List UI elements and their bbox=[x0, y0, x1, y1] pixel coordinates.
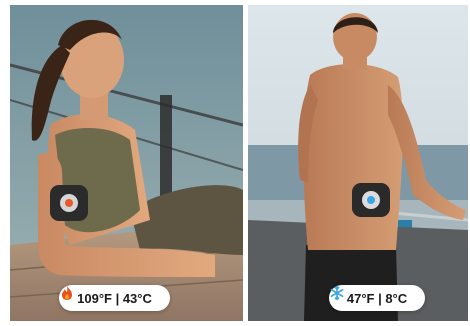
hot-temperature-text: 109°F | 43°C bbox=[77, 290, 152, 306]
snowflake-icon bbox=[330, 285, 344, 301]
hot-temperature-badge: 109°F | 43°C bbox=[59, 285, 170, 311]
woman-arm-device-photo bbox=[10, 5, 243, 321]
left-photo-panel: 109°F | 43°C bbox=[10, 5, 243, 321]
man-back-device-photo bbox=[248, 5, 468, 321]
flame-icon bbox=[62, 286, 72, 300]
cold-temperature-badge: 47°F | 8°C bbox=[329, 285, 425, 311]
cold-temperature-text: 47°F | 8°C bbox=[346, 290, 408, 306]
right-photo-panel: 47°F | 8°C bbox=[248, 5, 468, 321]
